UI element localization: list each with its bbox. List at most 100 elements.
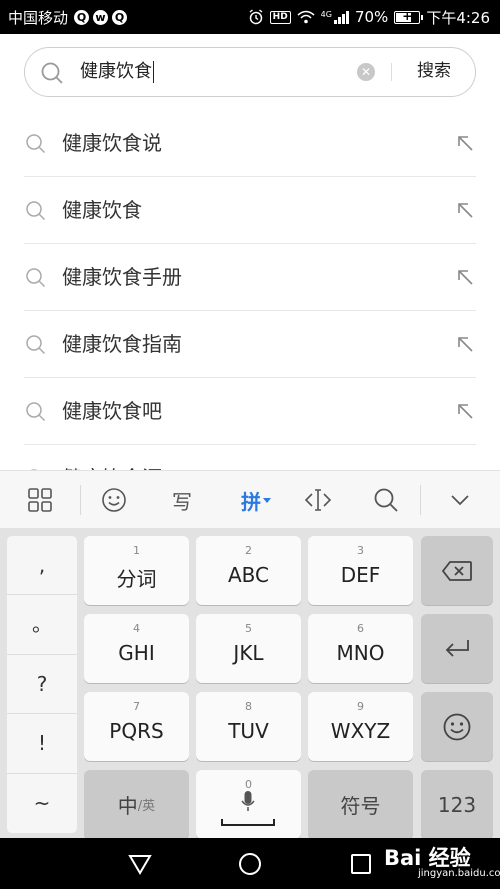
key-number: 1: [133, 544, 140, 557]
key-6[interactable]: 6 MNO: [308, 614, 413, 683]
alarm-icon: [249, 9, 263, 25]
recents-button[interactable]: [336, 838, 386, 889]
search-icon: [26, 134, 46, 154]
key-number: 7: [133, 700, 140, 713]
key-label: PQRS: [109, 719, 164, 743]
emoji-toolbar-button[interactable]: [88, 471, 140, 529]
fill-query-arrow-icon[interactable]: [455, 401, 475, 421]
enter-icon: [445, 639, 469, 657]
search-button[interactable]: 搜索: [403, 48, 465, 95]
search-query: 健康饮食: [80, 61, 152, 82]
pinyin-label: 拼: [241, 489, 261, 514]
suggestion-item[interactable]: 健康饮食手册: [0, 244, 500, 311]
punctuation-key[interactable]: !: [7, 714, 77, 774]
text-cursor: [153, 61, 154, 83]
key-9[interactable]: 9 WXYZ: [308, 692, 413, 761]
key-number: 3: [357, 544, 364, 557]
cursor-move-button[interactable]: [292, 471, 344, 529]
battery-icon: +: [394, 9, 424, 24]
key-4[interactable]: 4 GHI: [84, 614, 189, 683]
search-icon: [26, 402, 46, 422]
suggestion-text: 健康饮食吧: [62, 399, 162, 423]
fill-query-arrow-icon[interactable]: [455, 267, 475, 287]
key-7[interactable]: 7 PQRS: [84, 692, 189, 761]
watermark-url: jingyan.baidu.com: [418, 868, 500, 879]
suggestion-item[interactable]: 健康饮食源: [0, 445, 500, 470]
text-cursor-icon: [304, 489, 332, 511]
punctuation-key[interactable]: ~: [7, 774, 77, 833]
suggestion-text: 健康饮食源: [62, 445, 162, 470]
search-icon: [374, 488, 398, 512]
back-button[interactable]: [115, 838, 165, 889]
pinyin-mode-button[interactable]: 拼: [226, 471, 286, 529]
key-3[interactable]: 3 DEF: [308, 536, 413, 605]
space-key[interactable]: 0: [196, 770, 301, 839]
suggestion-text: 健康饮食指南: [62, 332, 182, 356]
punctuation-key[interactable]: ,: [7, 536, 77, 596]
home-circle-icon: [239, 852, 261, 875]
key-label: JKL: [233, 641, 264, 665]
suggestion-item[interactable]: 健康饮食吧: [0, 378, 500, 445]
keyboard: ,。?! ~ 123 中 /英 0 符号 1 分词 2 ABC 3 DEF 4 …: [0, 528, 500, 839]
key-label: ABC: [227, 563, 269, 587]
status-left: 中国移动 Q w Q: [8, 0, 128, 34]
symbol-key[interactable]: 符号: [308, 770, 413, 839]
key-number: 8: [245, 700, 252, 713]
punctuation-key[interactable]: ?: [7, 655, 77, 715]
toolbar-divider: [420, 485, 421, 515]
qq-icon: Q: [74, 9, 90, 25]
suggestion-item[interactable]: 健康饮食说: [0, 110, 500, 177]
keyboard-search-button[interactable]: [360, 471, 412, 529]
screen: 中国移动 Q w Q HD 4G 70% + 下午4:26 健康饮食 ✕ 搜索 …: [0, 0, 500, 889]
fill-query-arrow-icon[interactable]: [455, 200, 475, 220]
backspace-key-center: [421, 536, 493, 605]
key-8[interactable]: 8 TUV: [196, 692, 301, 761]
punctuation-column[interactable]: ,。?! ~: [7, 536, 77, 833]
hd-icon: HD: [269, 10, 291, 24]
language-switch-key[interactable]: 中 /英: [84, 770, 189, 839]
clear-icon[interactable]: ✕: [357, 63, 375, 81]
enter-key[interactable]: [421, 614, 493, 683]
lang-en-label: /英: [137, 799, 156, 814]
search-icon: [41, 62, 63, 84]
language-switch-center: 中 /英: [84, 770, 189, 839]
suggestion-text: 健康饮食说: [62, 131, 162, 155]
status-right: HD 4G 70% + 下午4:26: [248, 0, 490, 34]
handwrite-label: 写: [172, 489, 192, 514]
key-label: MNO: [336, 641, 385, 665]
grid-menu-button[interactable]: [14, 471, 66, 529]
grid-icon: [28, 488, 52, 512]
search-bar[interactable]: 健康饮食 ✕ 搜索: [24, 47, 476, 97]
carrier-name: 中国移动: [8, 8, 69, 27]
punctuation-key[interactable]: 。: [7, 595, 77, 655]
key-1[interactable]: 1 分词: [84, 536, 189, 605]
emoji-key-center: [421, 692, 493, 761]
suggestion-item[interactable]: 健康饮食: [0, 177, 500, 244]
key-5[interactable]: 5 JKL: [196, 614, 301, 683]
emoji-key[interactable]: [421, 692, 493, 761]
backspace-key[interactable]: [421, 536, 493, 605]
fill-query-arrow-icon[interactable]: [455, 133, 475, 153]
suggestion-text: 健康饮食: [62, 198, 142, 222]
fill-query-arrow-icon[interactable]: [455, 334, 475, 354]
key-number: 6: [357, 622, 364, 635]
search-divider: [391, 63, 392, 81]
microphone-icon: [241, 791, 255, 811]
backspace-icon: [441, 560, 472, 581]
keyboard-toolbar: 写 拼: [0, 470, 500, 528]
numeric-key[interactable]: 123: [421, 770, 493, 839]
weibo-icon: w: [93, 9, 109, 25]
space-icon: [221, 819, 275, 826]
symbol-key-center: 符号: [308, 770, 413, 839]
home-button[interactable]: [225, 838, 275, 889]
back-triangle-icon: [128, 854, 152, 875]
key-number: 2: [245, 544, 252, 557]
suggestion-item[interactable]: 健康饮食指南: [0, 311, 500, 378]
key-2[interactable]: 2 ABC: [196, 536, 301, 605]
collapse-keyboard-button[interactable]: [434, 471, 486, 529]
search-input[interactable]: 健康饮食: [80, 48, 154, 95]
handwrite-button[interactable]: 写: [156, 471, 208, 529]
clock: 下午4:26: [426, 8, 490, 27]
key-number: 4: [133, 622, 140, 635]
enter-key-center: [421, 614, 493, 683]
